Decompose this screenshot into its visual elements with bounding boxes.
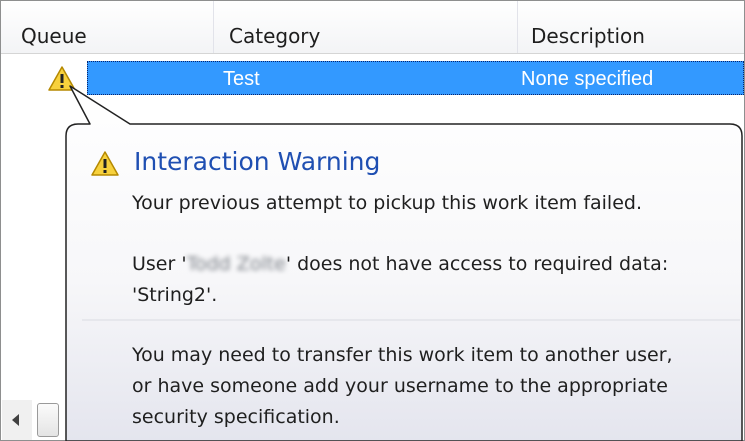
tooltip-advice-1: You may need to transfer this work item …: [132, 344, 673, 366]
user-suffix: ' does not have access to required data:: [285, 253, 669, 275]
tooltip-message: Your previous attempt to pickup this wor…: [132, 192, 642, 214]
tooltip-advice-3: security specification.: [132, 406, 340, 428]
warning-icon: [91, 151, 119, 176]
tooltip-advice-2: or have someone add your username to the…: [132, 375, 668, 397]
tooltip-user-line: User 'Todd Zolte' does not have access t…: [132, 249, 668, 280]
blurred-username: Todd Zolte: [186, 253, 286, 275]
tooltip-data-name: 'String2'.: [132, 284, 218, 306]
user-prefix: User ': [132, 253, 187, 275]
tooltip-title: Interaction Warning: [134, 147, 381, 176]
